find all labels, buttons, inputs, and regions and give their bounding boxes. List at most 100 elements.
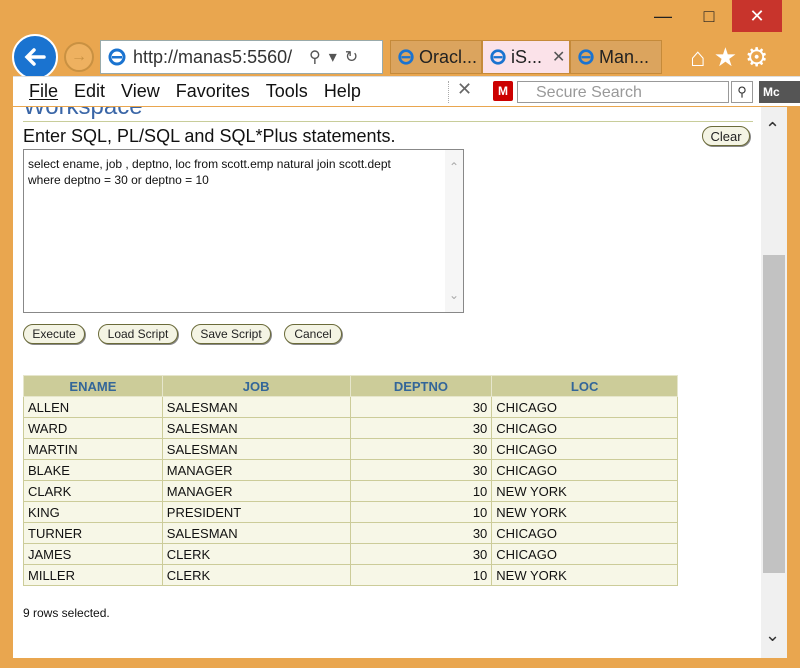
scroll-down-icon[interactable]: ⌄: [765, 625, 780, 646]
table-cell-job: SALESMAN: [161, 522, 351, 544]
page-scrollbar[interactable]: ⌃ ⌄: [761, 107, 787, 658]
table-cell-deptno: 30: [349, 438, 493, 460]
cancel-button[interactable]: Cancel: [284, 324, 342, 344]
address-tools: ⚲ ▾ ↻: [309, 47, 358, 67]
column-header-job: JOB: [161, 375, 351, 397]
back-button[interactable]: [12, 34, 58, 80]
load-script-button[interactable]: Load Script: [98, 324, 178, 344]
column-header-loc: LOC: [491, 375, 678, 397]
table-cell-job: SALESMAN: [161, 438, 351, 460]
search-icon[interactable]: ⚲: [309, 47, 321, 67]
window-controls: — □ ✕: [640, 0, 782, 32]
table-row: BLAKE MANAGER 30 CHICAGO: [23, 459, 678, 481]
table-cell-deptno: 10: [349, 564, 493, 586]
table-row: JAMES CLERK 30 CHICAGO: [23, 543, 678, 565]
table-cell-deptno: 10: [349, 480, 493, 502]
forward-button[interactable]: →: [64, 42, 94, 72]
table-cell-ename: CLARK: [23, 480, 163, 502]
table-cell-loc: CHICAGO: [491, 543, 678, 565]
address-bar[interactable]: http://manas5:5560/ ⚲ ▾ ↻: [100, 40, 383, 74]
tab-oracle[interactable]: Oracl...: [390, 40, 482, 74]
table-cell-deptno: 10: [349, 501, 493, 523]
toolbar-separator: [448, 81, 449, 103]
tab-manas[interactable]: Man...: [570, 40, 662, 74]
table-cell-ename: MARTIN: [23, 438, 163, 460]
menu-file[interactable]: File: [29, 81, 58, 102]
table-row: WARD SALESMAN 30 CHICAGO: [23, 417, 678, 439]
tab-label: Oracl...: [419, 46, 478, 67]
favorites-star-icon[interactable]: ★: [714, 42, 737, 73]
table-cell-loc: NEW YORK: [491, 501, 678, 523]
table-row: MARTIN SALESMAN 30 CHICAGO: [23, 438, 678, 460]
table-cell-loc: NEW YORK: [491, 564, 678, 586]
secure-search-input[interactable]: Secure Search: [517, 81, 729, 103]
sql-prompt-label: Enter SQL, PL/SQL and SQL*Plus statement…: [23, 126, 396, 146]
mcafee-shield-icon[interactable]: M: [493, 81, 513, 101]
table-cell-loc: NEW YORK: [491, 480, 678, 502]
refresh-icon[interactable]: ↻: [345, 47, 358, 67]
close-tab-icon[interactable]: ✕: [552, 47, 565, 67]
scroll-up-icon[interactable]: ⌃: [765, 119, 780, 140]
gear-icon[interactable]: ⚙: [745, 42, 768, 73]
menu-help[interactable]: Help: [324, 81, 361, 102]
table-cell-ename: WARD: [23, 417, 163, 439]
tab-label: Man...: [599, 46, 650, 67]
table-cell-ename: ALLEN: [23, 396, 163, 418]
tab-label: iS...: [511, 46, 543, 67]
rows-selected-status: 9 rows selected.: [23, 606, 110, 620]
search-go-icon[interactable]: ⚲: [731, 81, 753, 103]
menu-view[interactable]: View: [121, 81, 160, 102]
maximize-icon[interactable]: □: [686, 0, 732, 32]
action-buttons: Execute Load Script Save Script Cancel: [23, 324, 355, 344]
menu-bar: File Edit View Favorites Tools Help ✕ M …: [13, 76, 800, 106]
title-divider: [23, 121, 753, 122]
menu-tools[interactable]: Tools: [266, 81, 308, 102]
ie-logo-icon: [398, 49, 414, 65]
dropdown-icon[interactable]: ▾: [329, 47, 337, 67]
scroll-up-icon[interactable]: ⌃: [449, 160, 459, 174]
menu-edit[interactable]: Edit: [74, 81, 105, 102]
home-icon[interactable]: ⌂: [690, 42, 706, 73]
sql-scrollbar[interactable]: ⌃ ⌄: [445, 150, 463, 312]
table-row: MILLER CLERK 10 NEW YORK: [23, 564, 678, 586]
save-script-button[interactable]: Save Script: [191, 324, 271, 344]
table-cell-deptno: 30: [349, 522, 493, 544]
ie-logo-icon: [578, 49, 594, 65]
tab-isqlplus[interactable]: iS... ✕: [482, 40, 570, 74]
table-body: ALLEN SALESMAN 30 CHICAGO WARD SALESMAN 30 CHIC…: [23, 396, 678, 586]
table-cell-loc: CHICAGO: [491, 522, 678, 544]
ie-logo-icon: [108, 48, 126, 66]
table-row: TURNER SALESMAN 30 CHICAGO: [23, 522, 678, 544]
table-cell-loc: CHICAGO: [491, 438, 678, 460]
table-cell-deptno: 30: [349, 417, 493, 439]
browser-icons: ⌂ ★ ⚙: [690, 42, 768, 73]
navigation-bar: → http://manas5:5560/ ⚲ ▾ ↻ Oracl... iS.…: [10, 34, 800, 80]
browser-window: — □ ✕ → http://manas5:5560/ ⚲ ▾ ↻ Oracl.…: [0, 0, 800, 668]
table-cell-loc: CHICAGO: [491, 459, 678, 481]
back-arrow-icon: [24, 48, 46, 66]
address-text[interactable]: http://manas5:5560/: [133, 47, 303, 68]
scrollbar-thumb[interactable]: [763, 255, 785, 573]
table-cell-ename: BLAKE: [23, 459, 163, 481]
close-window-icon[interactable]: ✕: [732, 0, 782, 32]
table-row: CLARK MANAGER 10 NEW YORK: [23, 480, 678, 502]
table-cell-ename: MILLER: [23, 564, 163, 586]
column-header-ename: ENAME: [23, 375, 163, 397]
sql-text[interactable]: select ename, job , deptno, loc from sco…: [28, 156, 444, 188]
menu-favorites[interactable]: Favorites: [176, 81, 250, 102]
execute-button[interactable]: Execute: [23, 324, 85, 344]
table-row: ALLEN SALESMAN 30 CHICAGO: [23, 396, 678, 418]
ie-logo-icon: [490, 49, 506, 65]
sql-input-area[interactable]: select ename, job , deptno, loc from sco…: [23, 149, 464, 313]
table-cell-deptno: 30: [349, 459, 493, 481]
table-cell-job: SALESMAN: [161, 417, 351, 439]
table-row: KING PRESIDENT 10 NEW YORK: [23, 501, 678, 523]
mcafee-badge[interactable]: Mc: [759, 81, 800, 103]
close-toolbar-icon[interactable]: ✕: [457, 79, 472, 100]
workspace-title: Workspace: [23, 107, 143, 121]
table-cell-job: MANAGER: [161, 480, 351, 502]
clear-button[interactable]: Clear: [702, 126, 750, 146]
scroll-down-icon[interactable]: ⌄: [449, 288, 459, 302]
minimize-icon[interactable]: —: [640, 0, 686, 32]
table-cell-loc: CHICAGO: [491, 396, 678, 418]
